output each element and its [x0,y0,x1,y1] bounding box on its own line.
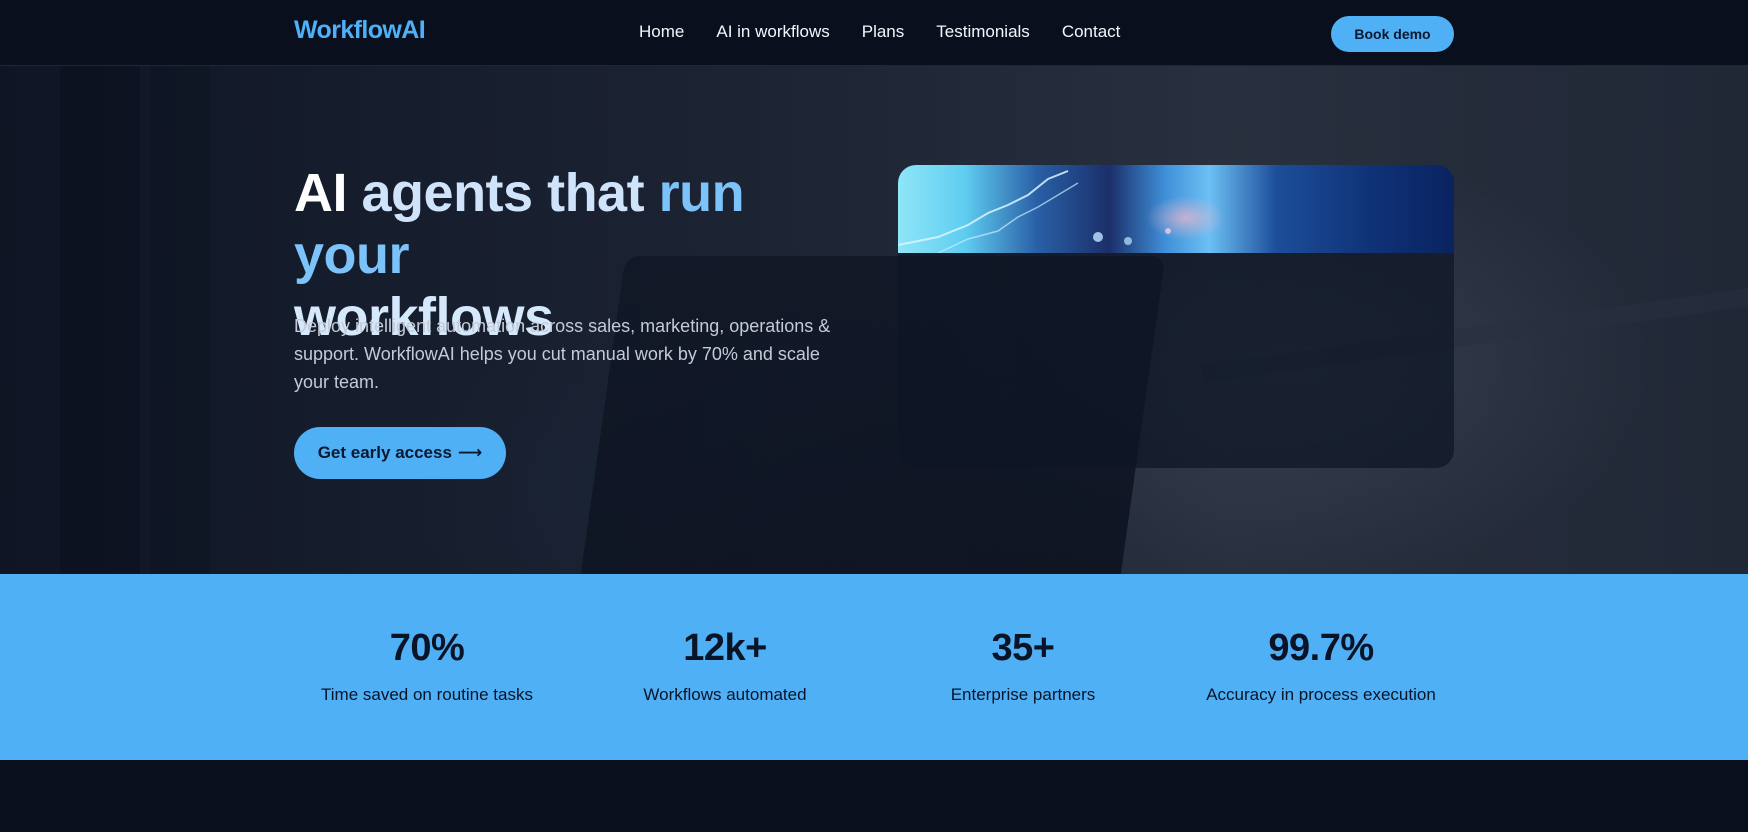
stat-label: Time saved on routine tasks [321,685,533,704]
hero-title-word: AI [294,163,348,223]
stat-value: 99.7% [1268,627,1374,669]
hero-title-word: that [547,163,645,223]
hero-title-word: agents [361,163,534,223]
nav-links: Home AI in workflows Plans Testimonials … [639,22,1120,42]
analytics-image [898,165,1454,253]
nav-link-contact[interactable]: Contact [1062,22,1121,42]
nav-link-home[interactable]: Home [639,22,684,42]
arrow-right-icon: ⟶ [457,443,483,462]
logo[interactable]: WorkflowAI [294,16,426,45]
page: WorkflowAI Home AI in workflows Plans Te… [0,0,1748,832]
stats-band: 70% Time saved on routine tasks 12k+ Wor… [0,574,1748,760]
stat-item: 12k+ Workflows automated [575,626,875,706]
stat-item: 70% Time saved on routine tasks [277,626,577,706]
stat-label: Workflows automated [643,685,807,704]
cta-label: Get early access [317,443,452,462]
get-early-access-button[interactable]: Get early access ⟶ [294,427,506,479]
stat-item: 99.7% Accuracy in process execution [1171,626,1471,706]
hero-overlay [0,66,1748,574]
hero-image-card [898,165,1454,468]
stat-label: Accuracy in process execution [1206,685,1436,704]
nav-link-ai-in-workflows[interactable]: AI in workflows [716,22,829,42]
stat-value: 12k+ [683,627,767,669]
book-demo-button[interactable]: Book demo [1331,16,1454,52]
stat-label: Enterprise partners [950,685,1096,704]
top-nav: WorkflowAI Home AI in workflows Plans Te… [0,0,1748,66]
hero-description: Deploy intelligent automation across sal… [294,316,831,392]
stat-item: 35+ Enterprise partners [873,626,1173,706]
next-section-band [0,760,1748,832]
nav-link-plans[interactable]: Plans [862,22,905,42]
stat-value: 70% [389,627,465,669]
stat-value: 35+ [991,627,1055,669]
hero-section: AI agents that run your workflows Deploy… [0,66,1748,574]
nav-link-testimonials[interactable]: Testimonials [936,22,1030,42]
